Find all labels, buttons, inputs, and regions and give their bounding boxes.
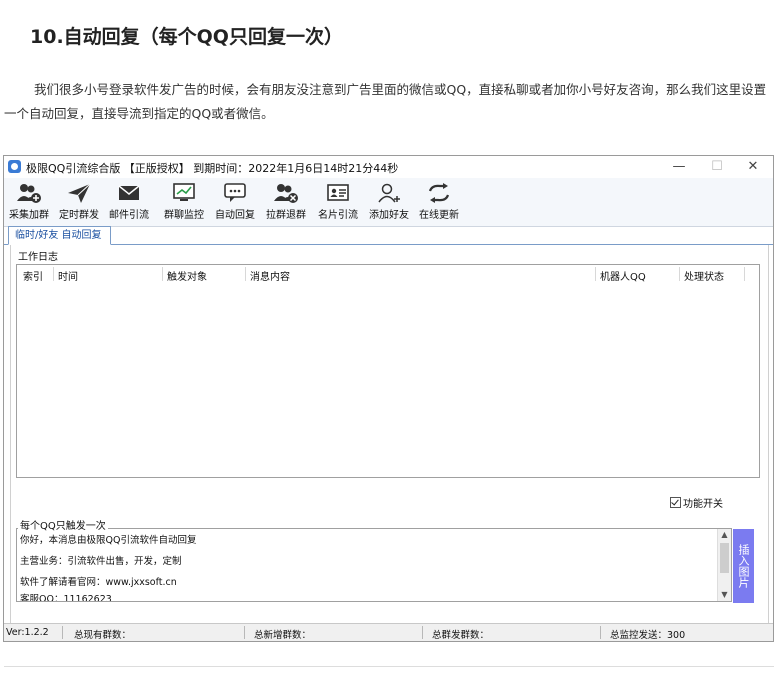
toolbar-label: 名片引流 (318, 210, 358, 221)
reply-line: 主营业务：引流软件出售，开发，定制 (20, 556, 182, 567)
reply-line: 软件了解请看官网：www.jxxsoft.cn (20, 577, 177, 588)
feature-switch-checkbox[interactable] (670, 497, 681, 508)
column-divider (595, 267, 596, 281)
column-header-trigger[interactable]: 触发对象 (167, 268, 207, 283)
column-divider (744, 267, 745, 281)
column-header-status[interactable]: 处理状态 (684, 268, 724, 283)
column-header-message[interactable]: 消息内容 (250, 268, 290, 283)
minimize-button[interactable]: — (664, 158, 694, 176)
app-icon (8, 160, 21, 173)
reply-group-label: 每个QQ只触发一次 (18, 517, 108, 532)
reply-line: 你好，本消息由极限QQ引流软件自动回复 (20, 535, 197, 546)
scroll-up-icon[interactable]: ▲ (718, 530, 731, 539)
toolbar-label: 采集加群 (9, 210, 49, 221)
mail-icon (118, 185, 140, 200)
monitor-icon (173, 183, 195, 201)
send-icon (68, 183, 91, 203)
insert-image-button[interactable]: 插入图片 (733, 529, 754, 603)
reply-line: 客服QQ：11162623 (20, 594, 112, 602)
status-bar: Ver:1.2.2 总现有群数： 总新增群数： 总群发群数： 总监控发送：300 (4, 623, 773, 641)
app-window: 极限QQ引流综合版 【正版授权】 到期时间：2022年1月6日14时21分44秒… (3, 155, 774, 642)
toolbar-label: 邮件引流 (109, 210, 149, 221)
toolbar-label: 定时群发 (59, 210, 99, 221)
monitor-sent-label: 总监控发送：300 (610, 630, 686, 641)
chat-icon (224, 183, 246, 202)
status-divider (422, 626, 423, 639)
column-divider (679, 267, 680, 281)
tab-auto-reply[interactable]: 临时/好友 自动回复 (8, 226, 111, 245)
toolbar-button-collect-join[interactable]: 采集加群 (4, 182, 54, 224)
toolbar-button-online-update[interactable]: 在线更新 (414, 182, 464, 224)
toolbar-label: 自动回复 (215, 210, 255, 221)
reply-scrollbar[interactable]: ▲ ▼ (717, 529, 731, 601)
work-log-label: 工作日志 (16, 248, 60, 263)
column-divider (162, 267, 163, 281)
new-groups-label: 总新增群数： (254, 630, 312, 641)
total-groups-label: 总现有群数： (74, 630, 132, 641)
toolbar: 采集加群 定时群发 邮件引流 群聊监控 自动回复 拉群退群 名片引流 添加好友 (4, 178, 773, 227)
version-label: Ver:1.2.2 (6, 627, 49, 638)
close-button[interactable]: ✕ (738, 158, 768, 176)
feature-switch[interactable]: 功能开关 (670, 495, 723, 510)
toolbar-button-mail[interactable]: 邮件引流 (104, 182, 154, 224)
status-divider (600, 626, 601, 639)
scroll-thumb[interactable] (720, 543, 729, 573)
toolbar-button-auto-reply[interactable]: 自动回复 (210, 182, 260, 224)
refresh-icon (428, 183, 450, 203)
toolbar-button-add-friend[interactable]: 添加好友 (364, 182, 414, 224)
users-add-icon (17, 184, 41, 203)
article-paragraph: 我们很多小号登录软件发广告的时候，会有朋友没注意到广告里面的微信或QQ，直接私聊… (4, 82, 767, 121)
toolbar-button-card[interactable]: 名片引流 (313, 182, 363, 224)
article-title: 10.自动回复（每个QQ只回复一次） (30, 26, 343, 48)
users-remove-icon (274, 184, 298, 203)
window-title: 极限QQ引流综合版 【正版授权】 到期时间：2022年1月6日14时21分44秒 (26, 162, 399, 175)
column-header-time[interactable]: 时间 (58, 268, 78, 283)
toolbar-label: 在线更新 (419, 210, 459, 221)
status-divider (244, 626, 245, 639)
column-divider (53, 267, 54, 281)
title-bar: 极限QQ引流综合版 【正版授权】 到期时间：2022年1月6日14时21分44秒… (4, 156, 773, 178)
card-icon (327, 184, 349, 201)
column-header-robot-qq[interactable]: 机器人QQ (600, 268, 646, 283)
toolbar-button-group-monitor[interactable]: 群聊监控 (159, 182, 209, 224)
column-header-index[interactable]: 索引 (23, 268, 43, 283)
maximize-button[interactable]: ☐ (702, 158, 732, 176)
toolbar-label: 拉群退群 (266, 210, 306, 221)
toolbar-label: 群聊监控 (164, 210, 204, 221)
toolbar-button-scheduled-send[interactable]: 定时群发 (54, 182, 104, 224)
work-log-table[interactable]: 索引 时间 触发对象 消息内容 机器人QQ 处理状态 (16, 264, 760, 478)
divider (4, 666, 774, 667)
reply-message-textarea[interactable]: 你好，本消息由极限QQ引流软件自动回复 主营业务：引流软件出售，开发，定制 软件… (16, 528, 732, 602)
status-divider (62, 626, 63, 639)
toolbar-label: 添加好友 (369, 210, 409, 221)
sent-groups-label: 总群发群数： (432, 630, 490, 641)
toolbar-button-pull-quit-group[interactable]: 拉群退群 (261, 182, 311, 224)
scroll-down-icon[interactable]: ▼ (718, 590, 731, 599)
column-divider (245, 267, 246, 281)
feature-switch-label: 功能开关 (683, 499, 723, 510)
tab-strip: 临时/好友 自动回复 (4, 226, 773, 245)
user-add-icon (378, 183, 400, 203)
